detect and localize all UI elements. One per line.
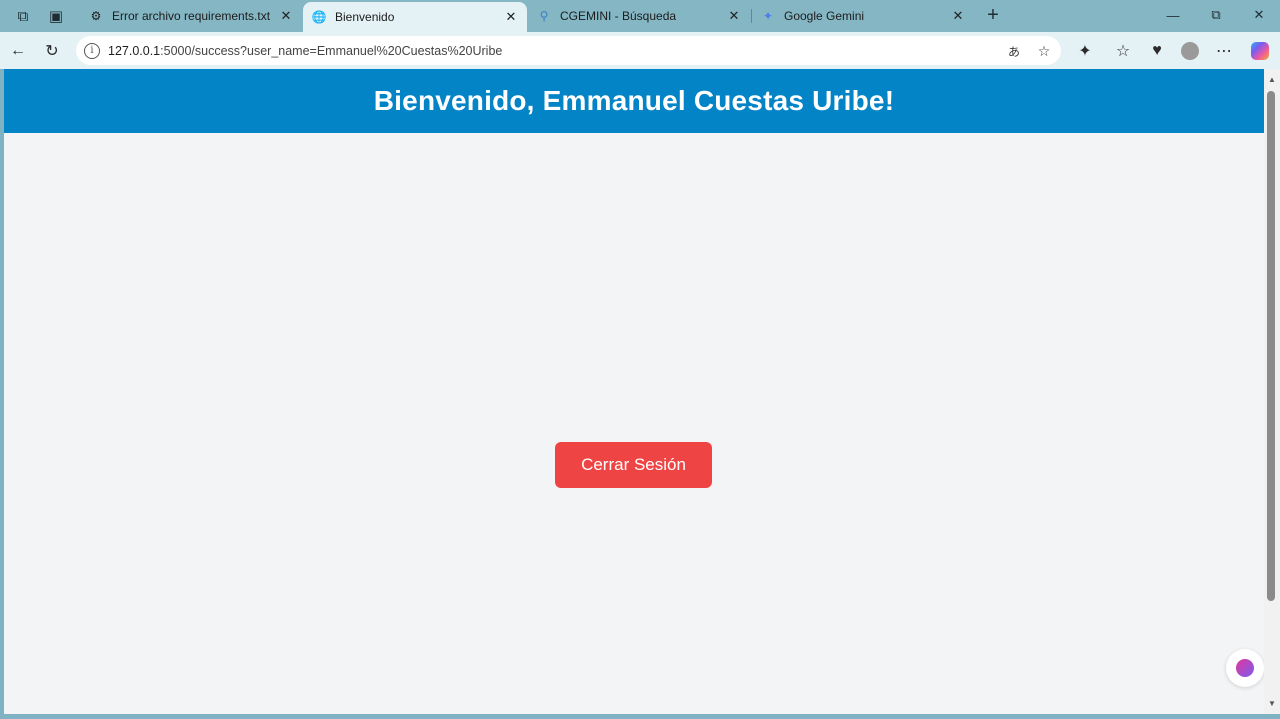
copilot-icon[interactable]	[1248, 39, 1272, 63]
tab-actions-icon[interactable]: ▣	[41, 1, 71, 31]
more-menu-icon[interactable]: ⋯	[1212, 39, 1236, 63]
minimize-button[interactable]: —	[1151, 0, 1195, 30]
favorite-star-icon[interactable]: ☆	[1034, 41, 1054, 61]
back-button[interactable]: ←	[6, 39, 30, 63]
vertical-scrollbar[interactable]: ▲ ▼	[1264, 69, 1280, 714]
globe-icon: 🌐	[311, 10, 327, 24]
tab-title: Google Gemini	[784, 9, 865, 23]
tab-google-gemini[interactable]: ✦ Google Gemini ✕	[752, 2, 974, 30]
tab-error-requirements[interactable]: ⚙ Error archivo requirements.txt ✕	[80, 2, 302, 30]
scrollbar-thumb[interactable]	[1267, 91, 1275, 601]
page-header: Bienvenido, Emmanuel Cuestas Uribe!	[4, 69, 1264, 133]
favorites-icon[interactable]: ☆	[1111, 39, 1135, 63]
page-title: Bienvenido, Emmanuel Cuestas Uribe!	[373, 85, 895, 116]
floating-assistant-button[interactable]	[1226, 649, 1264, 687]
profile-avatar[interactable]	[1178, 39, 1202, 63]
tab-title: Bienvenido	[335, 10, 395, 24]
tab-title: Error archivo requirements.txt	[112, 9, 271, 23]
restore-button[interactable]: ⧉	[1194, 0, 1238, 30]
extensions-icon[interactable]: ✦	[1073, 39, 1097, 63]
window-bottom-edge	[0, 714, 1280, 719]
close-icon[interactable]: ✕	[503, 9, 519, 25]
browser-toolbar: ← ↻ i 127.0.0.1:5000/success?user_name=E…	[0, 32, 1280, 69]
settings-icon: ⚙	[90, 9, 102, 23]
gemini-icon: ✦	[762, 9, 774, 23]
tab-cgemini-busqueda[interactable]: ⚲ CGEMINI - Búsqueda ✕	[528, 2, 750, 30]
reload-button[interactable]: ↻	[40, 39, 64, 63]
brain-icon	[1236, 659, 1254, 677]
browser-essentials-icon[interactable]: ♥	[1145, 39, 1169, 63]
tab-strip: ⧉ ▣ ⚙ Error archivo requirements.txt ✕ 🌐…	[0, 0, 1280, 32]
page-viewport: Bienvenido, Emmanuel Cuestas Uribe! Cerr…	[4, 69, 1264, 714]
close-icon[interactable]: ✕	[278, 8, 294, 24]
logout-button[interactable]: Cerrar Sesión	[555, 442, 712, 488]
workspaces-icon[interactable]: ⧉	[8, 1, 38, 31]
site-info-icon[interactable]: i	[84, 42, 100, 59]
url-text: 127.0.0.1:5000/success?user_name=Emmanue…	[108, 43, 503, 58]
tab-title: CGEMINI - Búsqueda	[560, 9, 677, 23]
scroll-up-icon[interactable]: ▲	[1267, 74, 1277, 84]
close-icon[interactable]: ✕	[726, 8, 742, 24]
close-window-button[interactable]: ✕	[1237, 0, 1280, 30]
tab-bienvenido[interactable]: 🌐 Bienvenido ✕	[303, 2, 527, 32]
read-aloud-icon[interactable]: あ	[1004, 41, 1024, 61]
address-bar[interactable]: i 127.0.0.1:5000/success?user_name=Emman…	[76, 36, 1061, 65]
search-icon: ⚲	[539, 9, 549, 23]
close-icon[interactable]: ✕	[950, 8, 966, 24]
scroll-down-icon[interactable]: ▼	[1267, 698, 1277, 708]
new-tab-button[interactable]: +	[982, 4, 1004, 26]
